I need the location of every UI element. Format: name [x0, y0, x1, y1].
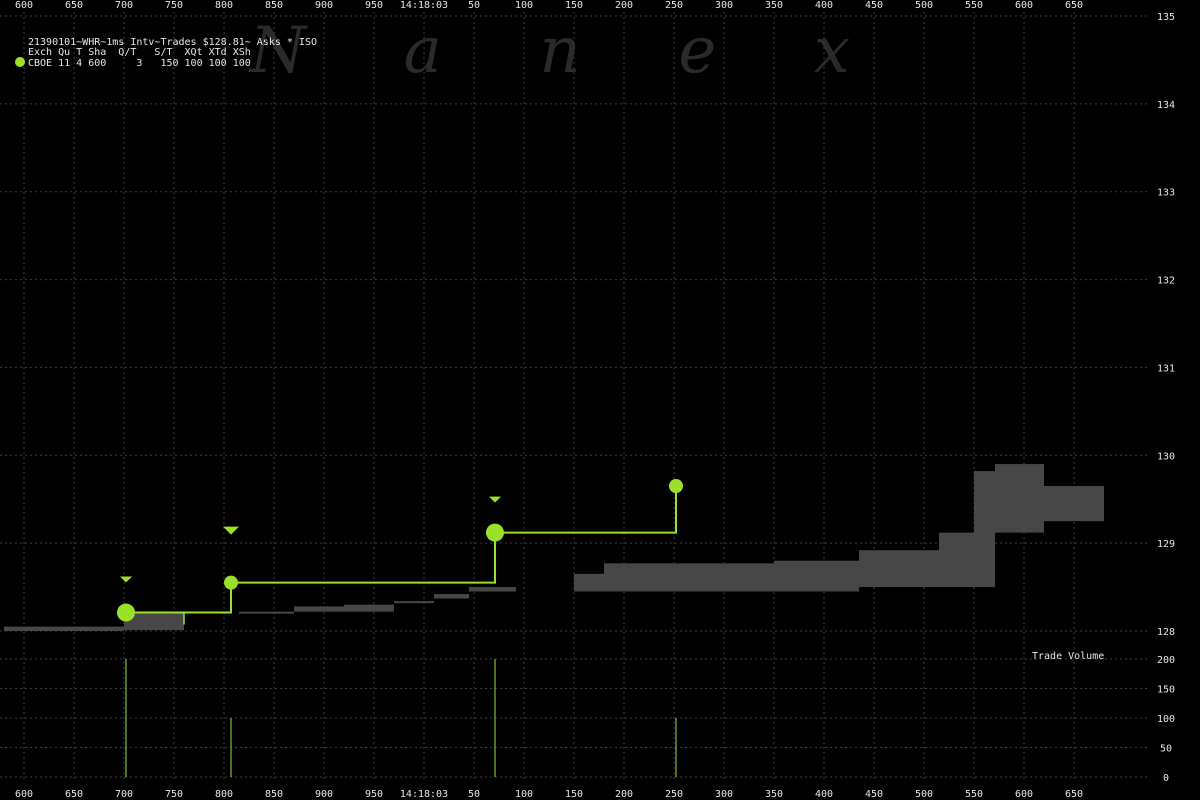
grid-lines [0, 12, 1150, 780]
price-tick-label: 131 [1157, 363, 1175, 374]
x-tick-label: 150 [565, 789, 583, 800]
ask-band [604, 563, 774, 592]
price-tick-label: 133 [1157, 188, 1175, 199]
x-tick-label: 250 [665, 0, 683, 11]
x-tick-label: 350 [765, 0, 783, 11]
x-tick-label: 50 [468, 0, 480, 11]
ask-band [344, 604, 394, 612]
price-tick-label: 135 [1157, 12, 1175, 23]
trade-marker [669, 479, 683, 494]
x-tick-label: 400 [815, 789, 833, 800]
x-tick-label: 400 [815, 0, 833, 11]
x-tick-label: 350 [765, 789, 783, 800]
x-tick-label: 300 [715, 0, 733, 11]
volume-tick-label: 50 [1160, 744, 1172, 755]
ask-band [939, 532, 974, 588]
volume-label: Trade Volume [1032, 651, 1105, 662]
trade-step-line [126, 486, 677, 614]
ask-band [4, 626, 124, 631]
x-tick-label: 600 [1015, 0, 1033, 11]
x-tick-label: 200 [615, 0, 633, 11]
x-tick-label: 700 [115, 789, 133, 800]
x-tick-label: 950 [365, 0, 383, 11]
x-tick-label: 850 [265, 0, 283, 11]
column-headers: Exch Qu T Sha Q/T S/T XQt XTd XSh [28, 47, 251, 58]
price-tick-label: 128 [1157, 627, 1175, 638]
ask-band [394, 601, 434, 604]
axis-ticks: 600 600 650 650 700 700 750 750 800 800 850 850 900 9… [15, 0, 1175, 800]
x-tick-label: 650 [1065, 0, 1083, 11]
x-tick-label: 250 [665, 789, 683, 800]
x-tick-label: 50 [468, 789, 480, 800]
x-tick-label: 200 [615, 789, 633, 800]
price-tick-label: 129 [1157, 539, 1175, 550]
volume-tick-label: 0 [1163, 773, 1169, 784]
x-tick-label: 750 [165, 789, 183, 800]
ask-band [995, 464, 1044, 533]
iso-triangle-marker [489, 496, 501, 503]
x-tick-label: 800 [215, 0, 233, 11]
x-tick-label: 300 [715, 789, 733, 800]
ask-band [1044, 486, 1104, 522]
ask-band [469, 587, 516, 592]
ask-band [774, 560, 859, 592]
ask-band [974, 471, 995, 588]
x-tick-label: 100 [515, 789, 533, 800]
x-tick-label: 500 [915, 789, 933, 800]
x-tick-label: 500 [915, 0, 933, 11]
trade-marker [117, 603, 135, 622]
price-tick-label: 134 [1157, 100, 1175, 111]
trade-marker [486, 523, 504, 542]
trade-series [117, 479, 683, 777]
x-tick-label: 150 [565, 0, 583, 11]
volume-tick-label: 200 [1157, 655, 1175, 666]
x-tick-label: 600 [1015, 789, 1033, 800]
ask-band [859, 550, 939, 588]
price-tick-label: 132 [1157, 276, 1175, 287]
x-tick-label: 750 [165, 0, 183, 11]
legend-dot-icon [15, 57, 25, 67]
price-tick-label: 130 [1157, 451, 1175, 462]
x-tick-label: 14:18:03 [400, 0, 448, 11]
x-tick-label: 650 [1065, 789, 1083, 800]
ask-band [434, 594, 469, 599]
x-tick-label: 650 [65, 789, 83, 800]
x-tick-label: 450 [865, 789, 883, 800]
x-tick-label: 950 [365, 789, 383, 800]
x-tick-label: 14:18:03 [400, 789, 448, 800]
x-tick-label: 100 [515, 0, 533, 11]
x-tick-label: 550 [965, 789, 983, 800]
trade-marker [224, 575, 238, 590]
ask-band [574, 573, 604, 592]
x-tick-label: 600 [15, 0, 33, 11]
x-tick-label: 850 [265, 789, 283, 800]
x-tick-label: 550 [965, 0, 983, 11]
x-tick-label: 800 [215, 789, 233, 800]
iso-triangle-marker [120, 576, 132, 583]
price-chart: 600 600 650 650 700 700 750 750 800 800 850 850 900 9… [0, 0, 1175, 800]
x-tick-label: 600 [15, 789, 33, 800]
x-tick-label: 900 [315, 789, 333, 800]
x-tick-label: 650 [65, 0, 83, 11]
x-tick-label: 900 [315, 0, 333, 11]
ask-band [294, 606, 344, 612]
volume-tick-label: 100 [1157, 714, 1175, 725]
x-tick-label: 450 [865, 0, 883, 11]
iso-triangle-marker [223, 526, 239, 535]
x-tick-label: 700 [115, 0, 133, 11]
exchange-row: CBOE 11 4 600 3 150 100 100 100 [28, 58, 251, 69]
volume-tick-label: 150 [1157, 685, 1175, 696]
ask-series [4, 464, 1104, 631]
ask-band [239, 611, 294, 614]
